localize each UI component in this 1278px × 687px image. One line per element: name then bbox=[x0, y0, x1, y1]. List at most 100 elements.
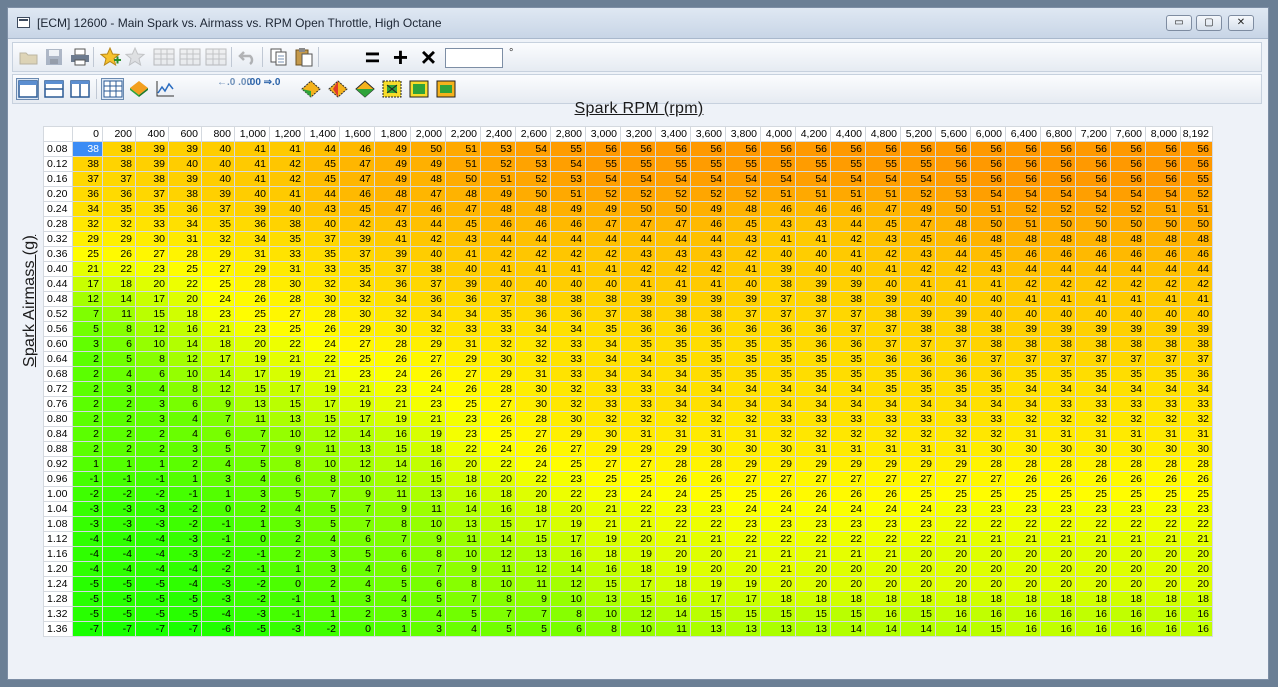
table-cell[interactable]: 28 bbox=[690, 456, 726, 472]
table-cell[interactable]: 39 bbox=[620, 291, 656, 307]
table-cell[interactable]: 16 bbox=[1040, 621, 1076, 637]
table-cell[interactable]: 29 bbox=[830, 456, 866, 472]
table-cell[interactable]: 42 bbox=[585, 246, 621, 262]
table-cell[interactable]: 43 bbox=[970, 261, 1006, 277]
table-cell[interactable]: 33 bbox=[1145, 396, 1181, 412]
table-cell[interactable]: 26 bbox=[374, 351, 411, 367]
table-cell[interactable]: 35 bbox=[900, 381, 936, 397]
table-cell[interactable]: 32 bbox=[970, 426, 1006, 442]
table-cell[interactable]: 30 bbox=[1145, 441, 1181, 457]
table-cell[interactable]: 7 bbox=[339, 501, 375, 517]
table-cell[interactable]: 44 bbox=[1075, 261, 1111, 277]
table-cell[interactable]: 35 bbox=[865, 366, 901, 382]
table-cell[interactable]: 32 bbox=[1075, 411, 1111, 427]
table-cell[interactable]: 32 bbox=[480, 336, 516, 352]
table-cell[interactable]: 54 bbox=[1145, 186, 1181, 202]
table-cell[interactable]: 19 bbox=[655, 561, 691, 577]
copy-icon[interactable] bbox=[267, 46, 290, 68]
table-cell[interactable]: 43 bbox=[795, 216, 831, 232]
table-cell[interactable]: 10 bbox=[585, 606, 621, 622]
table-cell[interactable]: 36 bbox=[374, 276, 411, 292]
table-cell[interactable]: 31 bbox=[935, 441, 971, 457]
table-cell[interactable]: -2 bbox=[304, 621, 340, 637]
table-cell[interactable]: 33 bbox=[900, 411, 936, 427]
table-cell[interactable]: 56 bbox=[935, 156, 971, 172]
table-cell[interactable]: 39 bbox=[900, 306, 936, 322]
row-header[interactable]: 0.48 bbox=[43, 291, 73, 307]
table-cell[interactable]: 33 bbox=[830, 411, 866, 427]
row-header[interactable]: 0.56 bbox=[43, 321, 73, 337]
table-cell[interactable]: 20 bbox=[830, 576, 866, 592]
table-cell[interactable]: 12 bbox=[374, 471, 411, 487]
table-cell[interactable]: 19 bbox=[374, 411, 411, 427]
table-cell[interactable]: 7 bbox=[234, 441, 270, 457]
table-cell[interactable]: 19 bbox=[690, 576, 726, 592]
table-cell[interactable]: 41 bbox=[234, 156, 270, 172]
table-cell[interactable]: 4 bbox=[445, 621, 481, 637]
column-header[interactable]: 3,000 bbox=[585, 126, 621, 142]
table-corner[interactable] bbox=[43, 126, 73, 142]
table-cell[interactable]: 25 bbox=[970, 486, 1006, 502]
table-cell[interactable]: 41 bbox=[1040, 291, 1076, 307]
table-cell[interactable]: 42 bbox=[690, 261, 726, 277]
table-cell[interactable]: 2 bbox=[135, 426, 169, 442]
table-cell[interactable]: 22 bbox=[620, 501, 656, 517]
table-cell[interactable]: 0 bbox=[234, 531, 270, 547]
table-cell[interactable]: -4 bbox=[102, 531, 136, 547]
table-cell[interactable]: 7 bbox=[374, 531, 411, 547]
table-cell[interactable]: 56 bbox=[620, 141, 656, 157]
table-cell[interactable]: 39 bbox=[1145, 321, 1181, 337]
table-cell[interactable]: 19 bbox=[269, 366, 305, 382]
table-cell[interactable]: 18 bbox=[168, 306, 202, 322]
table-cell[interactable]: 23 bbox=[585, 486, 621, 502]
table-icon-1[interactable] bbox=[152, 46, 175, 68]
table-cell[interactable]: 55 bbox=[655, 156, 691, 172]
table-cell[interactable]: 20 bbox=[795, 561, 831, 577]
table-cell[interactable]: 22 bbox=[445, 441, 481, 457]
table-cell[interactable]: 52 bbox=[690, 186, 726, 202]
table-cell[interactable]: 24 bbox=[795, 501, 831, 517]
table-cell[interactable]: 44 bbox=[304, 186, 340, 202]
table-cell[interactable]: 27 bbox=[515, 426, 551, 442]
table-cell[interactable]: 36 bbox=[72, 186, 103, 202]
table-cell[interactable]: 16 bbox=[168, 321, 202, 337]
table-cell[interactable]: 30 bbox=[760, 441, 796, 457]
table-cell[interactable]: 2 bbox=[102, 396, 136, 412]
table-cell[interactable]: 28 bbox=[234, 276, 270, 292]
table-cell[interactable]: 54 bbox=[690, 171, 726, 187]
operation-value-input[interactable] bbox=[445, 48, 503, 68]
table-cell[interactable]: 33 bbox=[1075, 396, 1111, 412]
table-cell[interactable]: 5 bbox=[102, 351, 136, 367]
table-cell[interactable]: 3 bbox=[304, 546, 340, 562]
table-cell[interactable]: 38 bbox=[900, 321, 936, 337]
table-cell[interactable]: 31 bbox=[655, 426, 691, 442]
column-header[interactable]: 0 bbox=[72, 126, 103, 142]
table-cell[interactable]: 36 bbox=[935, 366, 971, 382]
table-cell[interactable]: 27 bbox=[410, 351, 446, 367]
table-cell[interactable]: 35 bbox=[102, 201, 136, 217]
table-cell[interactable]: 25 bbox=[1180, 486, 1213, 502]
table-cell[interactable]: 22 bbox=[269, 336, 305, 352]
table-cell[interactable]: 38 bbox=[410, 261, 446, 277]
column-header[interactable]: 1,000 bbox=[234, 126, 270, 142]
table-cell[interactable]: 8 bbox=[304, 471, 340, 487]
table-cell[interactable]: 40 bbox=[1145, 306, 1181, 322]
table-cell[interactable]: 12 bbox=[72, 291, 103, 307]
table-cell[interactable]: 56 bbox=[1040, 171, 1076, 187]
table-cell[interactable]: 48 bbox=[1075, 231, 1111, 247]
table-cell[interactable]: 54 bbox=[620, 171, 656, 187]
table-cell[interactable]: 49 bbox=[374, 141, 411, 157]
table-cell[interactable]: 36 bbox=[725, 321, 761, 337]
table-cell[interactable]: 49 bbox=[410, 156, 446, 172]
table-cell[interactable]: 0 bbox=[201, 501, 235, 517]
column-header[interactable]: 1,400 bbox=[304, 126, 340, 142]
table-cell[interactable]: 41 bbox=[865, 261, 901, 277]
table-cell[interactable]: 9 bbox=[410, 531, 446, 547]
table-cell[interactable]: 21 bbox=[830, 546, 866, 562]
row-header[interactable]: 1.04 bbox=[43, 501, 73, 517]
table-cell[interactable]: 10 bbox=[480, 576, 516, 592]
table-cell[interactable]: 3 bbox=[339, 591, 375, 607]
table-cell[interactable]: 42 bbox=[480, 246, 516, 262]
table-cell[interactable]: 35 bbox=[269, 231, 305, 247]
table-cell[interactable]: 16 bbox=[865, 606, 901, 622]
